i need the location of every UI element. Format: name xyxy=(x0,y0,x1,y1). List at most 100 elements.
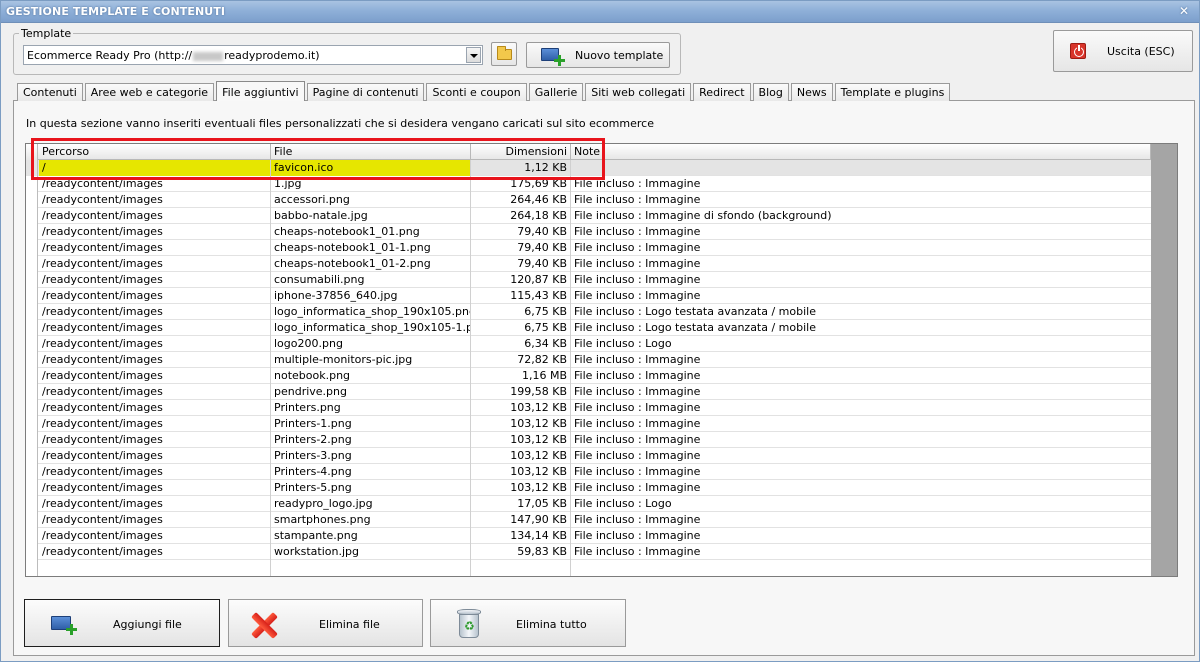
cell-note[interactable]: File incluso : Immagine di sfondo (backg… xyxy=(571,208,1151,224)
cell-file[interactable]: babbo-natale.jpg xyxy=(271,208,471,224)
row-indicator[interactable] xyxy=(26,464,38,480)
tab-pagine-di-contenuti[interactable]: Pagine di contenuti xyxy=(306,83,425,101)
cell-file[interactable]: cheaps-notebook1_01.png xyxy=(271,224,471,240)
row-indicator[interactable] xyxy=(26,304,38,320)
cell-file[interactable]: stampante.png xyxy=(271,528,471,544)
row-indicator[interactable] xyxy=(26,368,38,384)
template-select[interactable]: Ecommerce Ready Pro (http:// readyprodemo… xyxy=(23,45,483,65)
cell-note[interactable]: File incluso : Immagine xyxy=(571,272,1151,288)
tab-template-e-plugins[interactable]: Template e plugins xyxy=(834,83,951,101)
column-header-note[interactable]: Note xyxy=(571,144,1151,160)
row-indicator[interactable] xyxy=(26,480,38,496)
tab-gallerie[interactable]: Gallerie xyxy=(528,83,584,101)
table-row[interactable]: /readycontent/images consumabili.png 120,8… xyxy=(26,272,1151,288)
table-row[interactable]: /readycontent/images Printers-5.png 103,12… xyxy=(26,480,1151,496)
cell-note[interactable]: File incluso : Immagine xyxy=(571,256,1151,272)
cell-file[interactable]: smartphones.png xyxy=(271,512,471,528)
cell-path[interactable]: /readycontent/images xyxy=(39,400,271,416)
cell-note[interactable]: File incluso : Immagine xyxy=(571,544,1151,560)
table-row[interactable]: /readycontent/images accessori.png 264,46 … xyxy=(26,192,1151,208)
cell-size[interactable]: 264,18 KB xyxy=(471,208,571,224)
cell-note[interactable]: File incluso : Immagine xyxy=(571,384,1151,400)
cell-size[interactable]: 59,83 KB xyxy=(471,544,571,560)
row-indicator[interactable] xyxy=(26,224,38,240)
cell-path[interactable]: /readycontent/images xyxy=(39,416,271,432)
cell-note[interactable]: File incluso : Immagine xyxy=(571,288,1151,304)
cell-size[interactable]: 175,69 KB xyxy=(471,176,571,192)
cell-path[interactable]: /readycontent/images xyxy=(39,384,271,400)
cell-note[interactable]: File incluso : Immagine xyxy=(571,528,1151,544)
cell-file[interactable]: Printers.png xyxy=(271,400,471,416)
exit-button[interactable]: Uscita (ESC) xyxy=(1053,30,1193,72)
table-row[interactable]: /readycontent/images cheaps-notebook1_01-… xyxy=(26,240,1151,256)
tab-redirect[interactable]: Redirect xyxy=(693,83,751,101)
cell-path[interactable]: /readycontent/images xyxy=(39,512,271,528)
table-row[interactable]: / favicon.ico 1,12 KB xyxy=(26,160,1151,176)
delete-all-button[interactable]: Elimina tutto xyxy=(430,599,626,647)
table-row[interactable]: /readycontent/images 1.jpg 175,69 KB File i… xyxy=(26,176,1151,192)
cell-path[interactable]: /readycontent/images xyxy=(39,240,271,256)
tab-blog[interactable]: Blog xyxy=(752,83,789,101)
tab-contenuti[interactable]: Contenuti xyxy=(17,83,83,101)
cell-path[interactable]: /readycontent/images xyxy=(39,304,271,320)
cell-size[interactable]: 120,87 KB xyxy=(471,272,571,288)
cell-file[interactable]: logo_informatica_shop_190x105-1.png xyxy=(271,320,471,336)
cell-size[interactable]: 103,12 KB xyxy=(471,416,571,432)
cell-note[interactable]: File incluso : Logo xyxy=(571,496,1151,512)
cell-file[interactable]: Printers-2.png xyxy=(271,432,471,448)
table-row[interactable]: /readycontent/images Printers-3.png 103,12… xyxy=(26,448,1151,464)
cell-note[interactable]: File incluso : Immagine xyxy=(571,448,1151,464)
cell-path[interactable]: /readycontent/images xyxy=(39,368,271,384)
cell-size[interactable]: 72,82 KB xyxy=(471,352,571,368)
row-indicator[interactable] xyxy=(26,176,38,192)
cell-size[interactable]: 79,40 KB xyxy=(471,240,571,256)
row-indicator[interactable] xyxy=(26,400,38,416)
table-row[interactable]: /readycontent/images cheaps-notebook1_01-… xyxy=(26,256,1151,272)
cell-file[interactable]: Printers-5.png xyxy=(271,480,471,496)
close-icon[interactable]: ✕ xyxy=(1177,4,1191,18)
row-indicator[interactable] xyxy=(26,320,38,336)
row-indicator[interactable] xyxy=(26,528,38,544)
cell-path[interactable]: /readycontent/images xyxy=(39,480,271,496)
cell-file[interactable]: notebook.png xyxy=(271,368,471,384)
cell-file[interactable]: favicon.ico xyxy=(271,160,471,176)
cell-note[interactable]: File incluso : Immagine xyxy=(571,480,1151,496)
table-row[interactable]: /readycontent/images Printers-1.png 103,12… xyxy=(26,416,1151,432)
cell-file[interactable]: logo200.png xyxy=(271,336,471,352)
files-grid[interactable]: Percorso File Dimensioni Note / favicon.i… xyxy=(25,143,1178,577)
cell-note[interactable]: File incluso : Immagine xyxy=(571,176,1151,192)
tab-siti-web-collegati[interactable]: Siti web collegati xyxy=(585,83,692,101)
cell-path[interactable]: /readycontent/images xyxy=(39,288,271,304)
cell-note[interactable] xyxy=(571,160,1151,176)
table-row[interactable]: /readycontent/images iphone-37856_640.jpg… xyxy=(26,288,1151,304)
open-folder-button[interactable] xyxy=(491,42,517,66)
row-indicator[interactable] xyxy=(26,288,38,304)
table-row[interactable]: /readycontent/images logo_informatica_sho… xyxy=(26,320,1151,336)
table-row[interactable]: /readycontent/images cheaps-notebook1_01.… xyxy=(26,224,1151,240)
cell-size[interactable]: 147,90 KB xyxy=(471,512,571,528)
cell-path[interactable]: /readycontent/images xyxy=(39,352,271,368)
cell-size[interactable]: 199,58 KB xyxy=(471,384,571,400)
cell-note[interactable]: File incluso : Immagine xyxy=(571,224,1151,240)
cell-size[interactable]: 103,12 KB xyxy=(471,400,571,416)
cell-path[interactable]: /readycontent/images xyxy=(39,272,271,288)
row-indicator[interactable] xyxy=(26,544,38,560)
table-row[interactable]: /readycontent/images stampante.png 134,14 … xyxy=(26,528,1151,544)
table-row[interactable]: /readycontent/images notebook.png 1,16 MB F… xyxy=(26,368,1151,384)
cell-file[interactable]: consumabili.png xyxy=(271,272,471,288)
cell-size[interactable]: 6,34 KB xyxy=(471,336,571,352)
cell-size[interactable]: 103,12 KB xyxy=(471,464,571,480)
chevron-down-icon[interactable] xyxy=(466,47,481,63)
table-row[interactable]: /readycontent/images Printers.png 103,12 K… xyxy=(26,400,1151,416)
cell-file[interactable]: Printers-3.png xyxy=(271,448,471,464)
table-row[interactable]: /readycontent/images smartphones.png 147,9… xyxy=(26,512,1151,528)
table-row[interactable]: /readycontent/images multiple-monitors-pi… xyxy=(26,352,1151,368)
cell-file[interactable]: 1.jpg xyxy=(271,176,471,192)
column-header-path[interactable]: Percorso xyxy=(39,144,271,160)
cell-path[interactable]: /readycontent/images xyxy=(39,432,271,448)
row-indicator[interactable] xyxy=(26,496,38,512)
row-indicator[interactable] xyxy=(26,512,38,528)
cell-note[interactable]: File incluso : Immagine xyxy=(571,400,1151,416)
cell-size[interactable]: 6,75 KB xyxy=(471,320,571,336)
cell-file[interactable]: cheaps-notebook1_01-1.png xyxy=(271,240,471,256)
